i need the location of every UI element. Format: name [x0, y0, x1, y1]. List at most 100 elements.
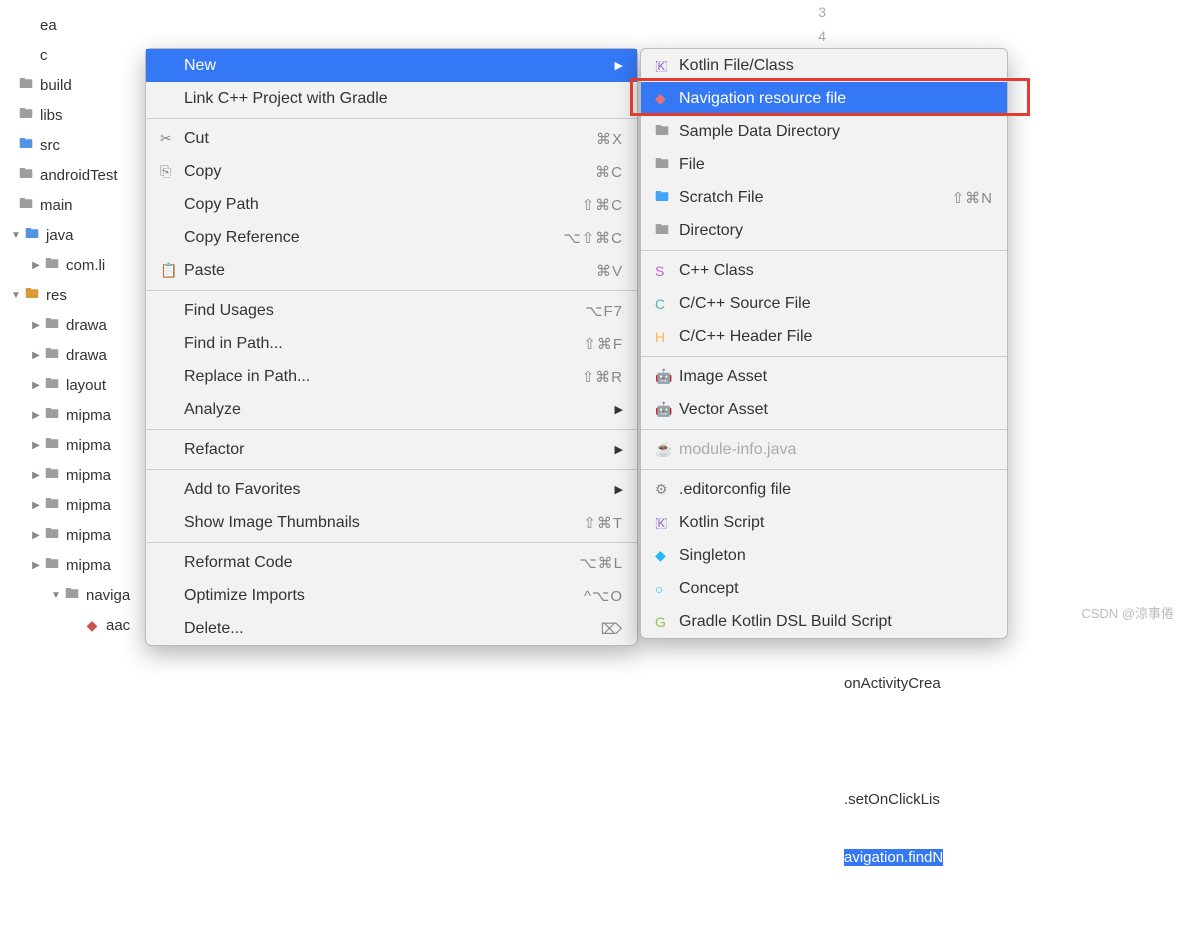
menu-item[interactable]: Replace in Path...⇧⌘R: [146, 360, 637, 393]
menu-item[interactable]: 🖿File: [641, 148, 1007, 181]
menu-item-label: C/C++ Source File: [679, 295, 993, 313]
menu-item-shortcut: ⌘C: [595, 163, 623, 181]
menu-separator: [146, 542, 637, 543]
tree-item-label: mipma: [62, 527, 111, 544]
expand-arrow-icon[interactable]: ▶: [30, 380, 42, 391]
menu-item-label: New: [184, 57, 615, 75]
expand-arrow-icon[interactable]: ▶: [30, 530, 42, 541]
tree-item-label: drawa: [62, 317, 107, 334]
menu-item-icon: ◆: [655, 547, 679, 564]
menu-item-label: Copy Path: [184, 196, 582, 214]
folder-icon: 🖿: [42, 493, 62, 517]
menu-item[interactable]: ◆Navigation resource file: [641, 82, 1007, 115]
expand-arrow-icon[interactable]: ▶: [30, 500, 42, 511]
menu-separator: [641, 356, 1007, 357]
tree-item-label: mipma: [62, 467, 111, 484]
menu-separator: [146, 429, 637, 430]
menu-item[interactable]: 🖿Sample Data Directory: [641, 115, 1007, 148]
menu-item[interactable]: GGradle Kotlin DSL Build Script: [641, 605, 1007, 638]
menu-item-label: C++ Class: [679, 262, 993, 280]
menu-item[interactable]: 🇰Kotlin Script: [641, 506, 1007, 539]
menu-item-label: Directory: [679, 222, 993, 240]
menu-item[interactable]: Reformat Code⌥⌘L: [146, 546, 637, 579]
expand-arrow-icon[interactable]: ▶: [30, 410, 42, 421]
menu-item-shortcut: ^⌥O: [584, 587, 623, 605]
expand-arrow-icon[interactable]: ▼: [50, 590, 62, 601]
menu-item[interactable]: 🖿Directory: [641, 214, 1007, 247]
menu-item[interactable]: 🖿Scratch File⇧⌘N: [641, 181, 1007, 214]
folder-icon: 🖿: [16, 193, 36, 217]
menu-item-shortcut: ⌘V: [596, 262, 623, 280]
menu-item[interactable]: New▶: [146, 49, 637, 82]
menu-item-shortcut: ⇧⌘F: [583, 335, 623, 353]
context-menu[interactable]: New▶Link C++ Project with Gradle✂Cut⌘X⎘C…: [145, 48, 638, 646]
expand-arrow-icon[interactable]: ▶: [30, 560, 42, 571]
tree-item-label: res: [42, 287, 67, 304]
tree-item-label: layout: [62, 377, 106, 394]
menu-item-shortcut: ⌘X: [596, 130, 623, 148]
menu-item[interactable]: Find Usages⌥F7: [146, 294, 637, 327]
menu-item[interactable]: Delete...⌦: [146, 612, 637, 645]
menu-item[interactable]: ◆Singleton: [641, 539, 1007, 572]
menu-item[interactable]: 🤖Vector Asset: [641, 393, 1007, 426]
menu-item[interactable]: ○Concept: [641, 572, 1007, 605]
tree-item-label: naviga: [82, 587, 130, 604]
menu-separator: [641, 429, 1007, 430]
menu-item[interactable]: HC/C++ Header File: [641, 320, 1007, 353]
menu-item-shortcut: ⇧⌘R: [582, 368, 623, 386]
expand-arrow-icon[interactable]: ▶: [30, 440, 42, 451]
expand-arrow-icon[interactable]: ▼: [10, 230, 22, 241]
menu-item[interactable]: 🤖Image Asset: [641, 360, 1007, 393]
tree-item-label: libs: [36, 107, 63, 124]
menu-item[interactable]: Copy Path⇧⌘C: [146, 188, 637, 221]
menu-separator: [146, 469, 637, 470]
menu-item-shortcut: ⌥⇧⌘C: [563, 229, 623, 247]
menu-item-label: Image Asset: [679, 368, 993, 386]
menu-item[interactable]: SC++ Class: [641, 254, 1007, 287]
menu-item[interactable]: 🇰Kotlin File/Class: [641, 49, 1007, 82]
menu-item-label: File: [679, 156, 993, 174]
menu-item-icon: 🖿: [655, 219, 679, 243]
menu-item-label: Gradle Kotlin DSL Build Script: [679, 613, 993, 631]
menu-item-shortcut: ⇧⌘C: [582, 196, 623, 214]
menu-item[interactable]: Show Image Thumbnails⇧⌘T: [146, 506, 637, 539]
expand-arrow-icon[interactable]: ▶: [30, 470, 42, 481]
menu-item-label: Vector Asset: [679, 401, 993, 419]
menu-item[interactable]: ⎘Copy⌘C: [146, 155, 637, 188]
new-submenu[interactable]: 🇰Kotlin File/Class◆Navigation resource f…: [640, 48, 1008, 639]
folder-icon: 🖿: [42, 373, 62, 397]
expand-arrow-icon[interactable]: ▶: [30, 320, 42, 331]
menu-item-label: Copy: [184, 163, 595, 181]
expand-arrow-icon[interactable]: ▼: [10, 290, 22, 301]
menu-item-label: module-info.java: [679, 441, 993, 459]
menu-item[interactable]: Copy Reference⌥⇧⌘C: [146, 221, 637, 254]
menu-item-label: Show Image Thumbnails: [184, 514, 583, 532]
expand-arrow-icon[interactable]: ▶: [30, 260, 42, 271]
tree-item-label: mipma: [62, 437, 111, 454]
menu-item[interactable]: CC/C++ Source File: [641, 287, 1007, 320]
menu-item-shortcut: ⌥F7: [585, 302, 623, 320]
menu-item[interactable]: 📋Paste⌘V: [146, 254, 637, 287]
menu-item-icon: ☕: [655, 441, 679, 458]
menu-item[interactable]: Find in Path...⇧⌘F: [146, 327, 637, 360]
submenu-arrow-icon: ▶: [615, 59, 623, 72]
menu-item[interactable]: ✂Cut⌘X: [146, 122, 637, 155]
menu-item-icon: ⚙: [655, 481, 679, 498]
menu-item-label: Paste: [184, 262, 596, 280]
folder-icon: 🖿: [42, 553, 62, 577]
expand-arrow-icon[interactable]: ▶: [30, 350, 42, 361]
menu-separator: [641, 469, 1007, 470]
menu-item[interactable]: ⚙.editorconfig file: [641, 473, 1007, 506]
folder-icon: 🖿: [42, 433, 62, 457]
menu-item-label: Replace in Path...: [184, 368, 582, 386]
menu-item-shortcut: ⇧⌘N: [952, 189, 993, 207]
menu-item[interactable]: Add to Favorites▶: [146, 473, 637, 506]
menu-item-label: Sample Data Directory: [679, 123, 993, 141]
menu-item[interactable]: Optimize Imports^⌥O: [146, 579, 637, 612]
tree-item-label: androidTest: [36, 167, 118, 184]
menu-item[interactable]: Refactor▶: [146, 433, 637, 466]
tree-item[interactable]: ea: [0, 10, 300, 40]
menu-item[interactable]: Analyze▶: [146, 393, 637, 426]
menu-item-icon: ✂: [160, 130, 184, 147]
menu-item[interactable]: Link C++ Project with Gradle: [146, 82, 637, 115]
